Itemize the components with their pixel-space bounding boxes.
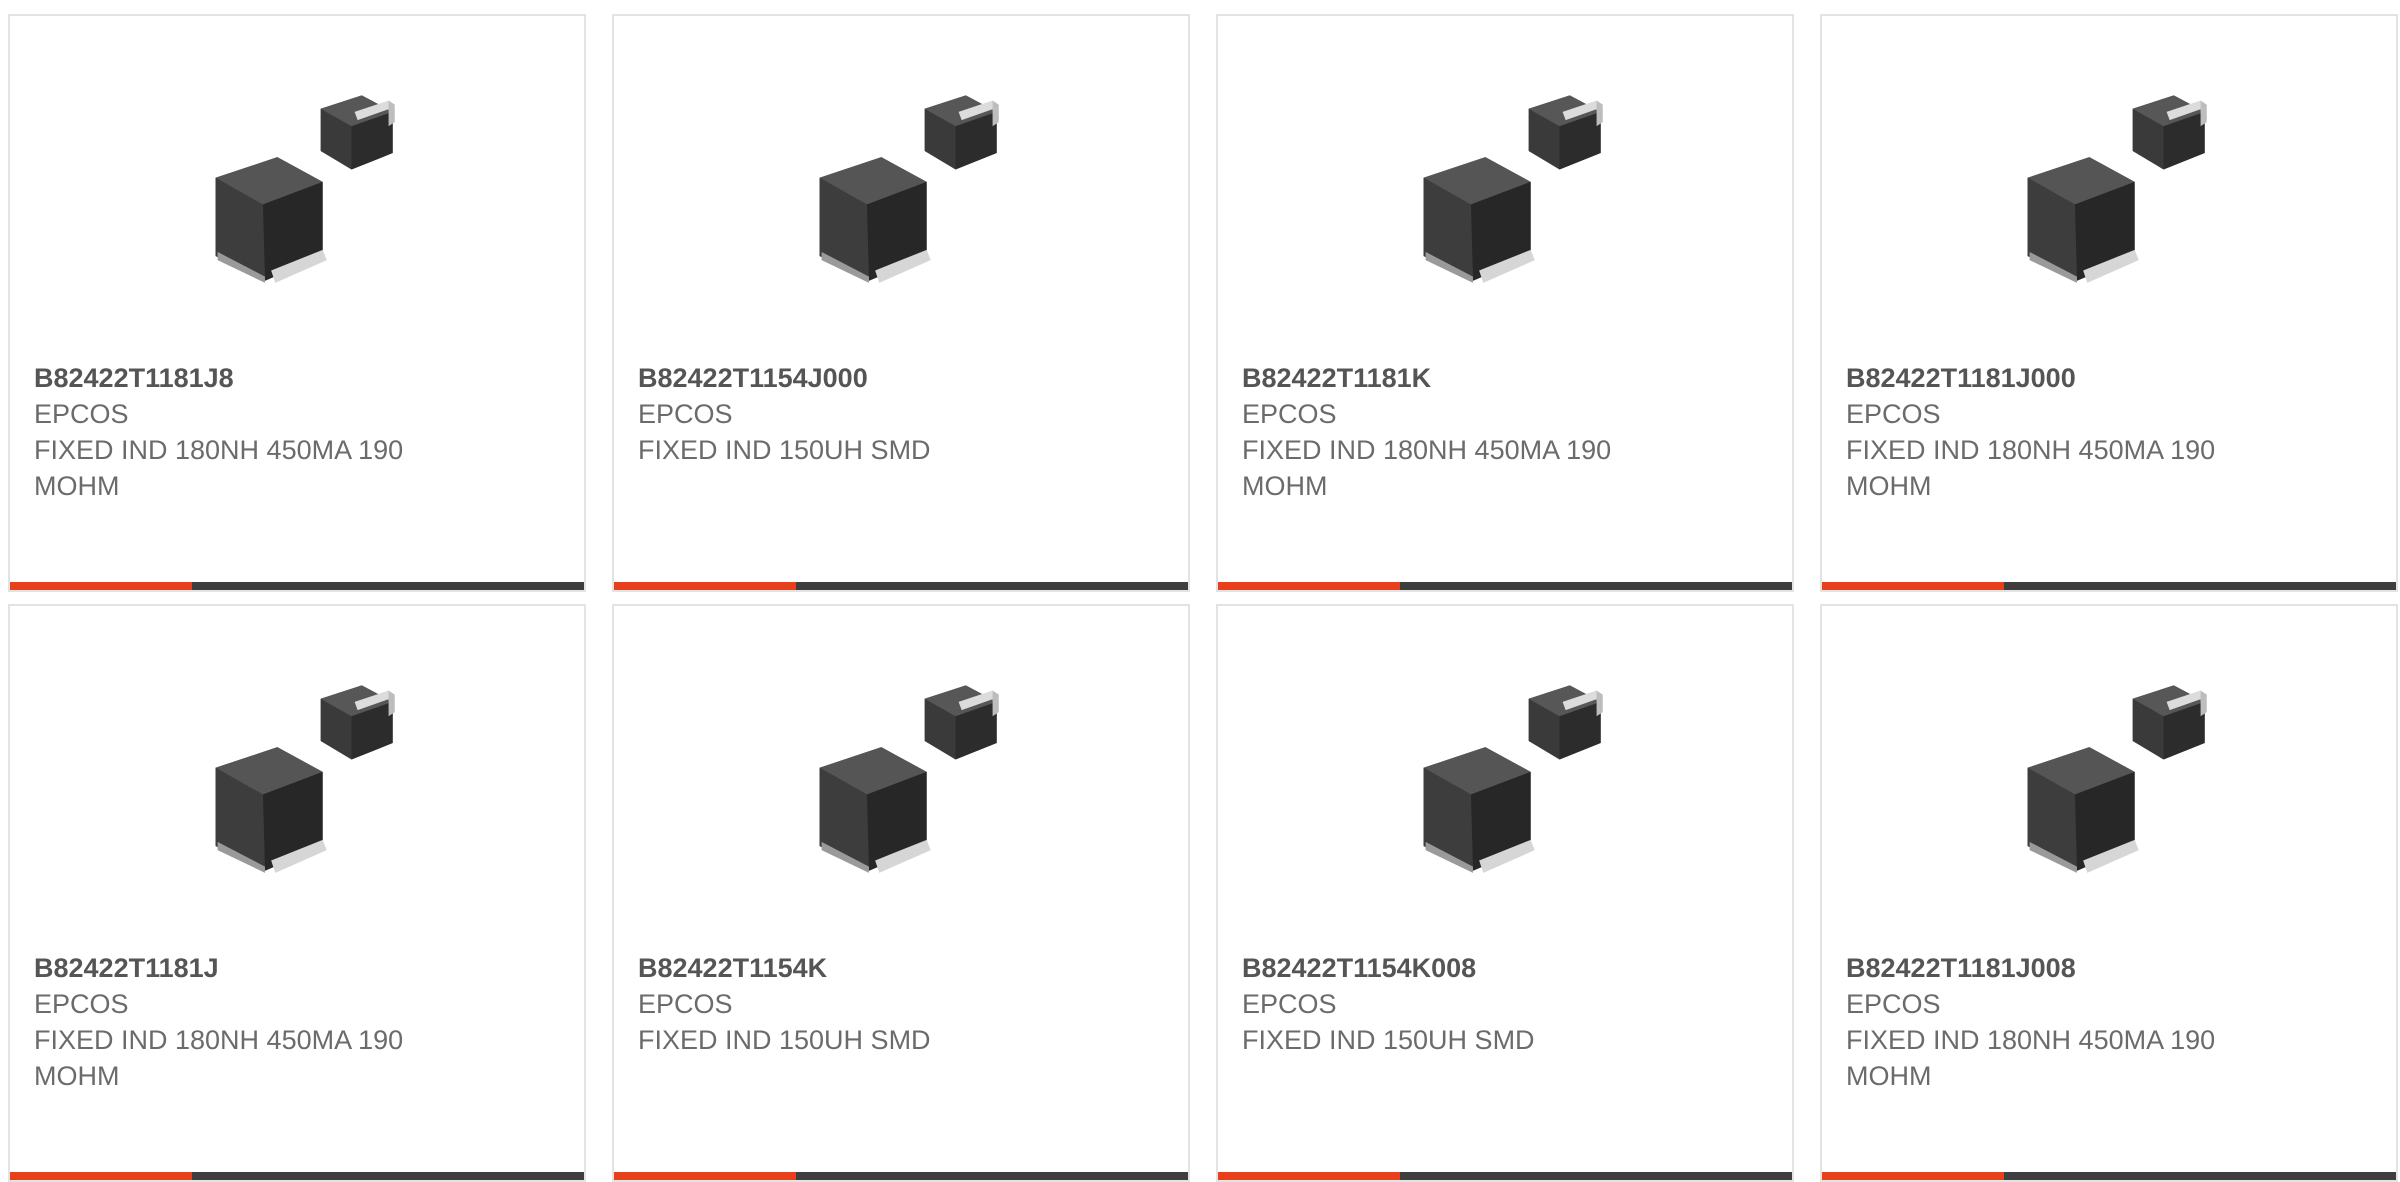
product-info: B82422T1181J8 EPCOS FIXED IND 180NH 450M… [34, 360, 560, 504]
product-grid: B82422T1181J8 EPCOS FIXED IND 180NH 450M… [8, 14, 2398, 1182]
manufacturer: EPCOS [34, 989, 129, 1019]
smd-inductor-icon [197, 673, 403, 879]
manufacturer: EPCOS [1242, 399, 1337, 429]
card-bottom-bar [1822, 1172, 2396, 1180]
product-card[interactable]: B82422T1181J000 EPCOS FIXED IND 180NH 45… [1820, 14, 2398, 592]
manufacturer: EPCOS [34, 399, 129, 429]
manufacturer: EPCOS [1846, 989, 1941, 1019]
card-accent [614, 582, 796, 590]
description: FIXED IND 150UH SMD [638, 435, 931, 465]
manufacturer: EPCOS [1846, 399, 1941, 429]
smd-inductor-icon [2009, 83, 2215, 289]
smd-inductor-icon [1405, 673, 1611, 879]
card-bottom-bar [1218, 1172, 1792, 1180]
product-info: B82422T1181J008 EPCOS FIXED IND 180NH 45… [1846, 950, 2372, 1094]
part-number[interactable]: B82422T1181K [1242, 360, 1768, 396]
product-info: B82422T1154J000 EPCOS FIXED IND 150UH SM… [638, 360, 1164, 468]
product-info: B82422T1154K EPCOS FIXED IND 150UH SMD [638, 950, 1164, 1058]
part-number[interactable]: B82422T1181J000 [1846, 360, 2372, 396]
description: FIXED IND 180NH 450MA 190 MOHM [34, 1025, 404, 1091]
part-number[interactable]: B82422T1181J [34, 950, 560, 986]
description: FIXED IND 180NH 450MA 190 MOHM [1846, 1025, 2216, 1091]
manufacturer: EPCOS [638, 399, 733, 429]
card-bottom-bar [1218, 582, 1792, 590]
product-info: B82422T1181J000 EPCOS FIXED IND 180NH 45… [1846, 360, 2372, 504]
smd-inductor-icon [801, 83, 1007, 289]
smd-inductor-icon [801, 673, 1007, 879]
product-info: B82422T1154K008 EPCOS FIXED IND 150UH SM… [1242, 950, 1768, 1058]
card-accent [10, 582, 192, 590]
card-accent [1218, 1172, 1400, 1180]
card-accent [614, 1172, 796, 1180]
part-number[interactable]: B82422T1154K008 [1242, 950, 1768, 986]
card-bottom-bar [10, 1172, 584, 1180]
product-card[interactable]: B82422T1154K008 EPCOS FIXED IND 150UH SM… [1216, 604, 1794, 1182]
smd-inductor-icon [1405, 83, 1611, 289]
product-card[interactable]: B82422T1181K EPCOS FIXED IND 180NH 450MA… [1216, 14, 1794, 592]
part-number[interactable]: B82422T1154J000 [638, 360, 1164, 396]
card-bottom-bar [10, 582, 584, 590]
card-accent [1218, 582, 1400, 590]
smd-inductor-icon [2009, 673, 2215, 879]
manufacturer: EPCOS [638, 989, 733, 1019]
part-number[interactable]: B82422T1181J008 [1846, 950, 2372, 986]
product-card[interactable]: B82422T1154J000 EPCOS FIXED IND 150UH SM… [612, 14, 1190, 592]
product-info: B82422T1181J EPCOS FIXED IND 180NH 450MA… [34, 950, 560, 1094]
product-info: B82422T1181K EPCOS FIXED IND 180NH 450MA… [1242, 360, 1768, 504]
description: FIXED IND 150UH SMD [1242, 1025, 1535, 1055]
product-card[interactable]: B82422T1181J EPCOS FIXED IND 180NH 450MA… [8, 604, 586, 1182]
card-accent [1822, 582, 2004, 590]
product-card[interactable]: B82422T1181J008 EPCOS FIXED IND 180NH 45… [1820, 604, 2398, 1182]
description: FIXED IND 180NH 450MA 190 MOHM [1846, 435, 2216, 501]
product-card[interactable]: B82422T1181J8 EPCOS FIXED IND 180NH 450M… [8, 14, 586, 592]
description: FIXED IND 180NH 450MA 190 MOHM [34, 435, 404, 501]
card-bottom-bar [1822, 582, 2396, 590]
card-bottom-bar [614, 1172, 1188, 1180]
smd-inductor-icon [197, 83, 403, 289]
product-card[interactable]: B82422T1154K EPCOS FIXED IND 150UH SMD [612, 604, 1190, 1182]
description: FIXED IND 150UH SMD [638, 1025, 931, 1055]
manufacturer: EPCOS [1242, 989, 1337, 1019]
part-number[interactable]: B82422T1154K [638, 950, 1164, 986]
description: FIXED IND 180NH 450MA 190 MOHM [1242, 435, 1612, 501]
card-bottom-bar [614, 582, 1188, 590]
part-number[interactable]: B82422T1181J8 [34, 360, 560, 396]
card-accent [1822, 1172, 2004, 1180]
card-accent [10, 1172, 192, 1180]
